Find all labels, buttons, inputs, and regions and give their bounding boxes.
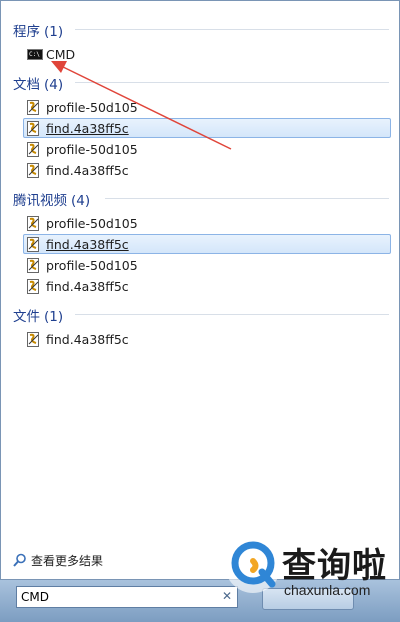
item-label: find.4a38ff5c — [46, 163, 129, 178]
cmd-icon: C:\ — [27, 49, 43, 60]
watermark-logo: 查询啦 chaxunla.com — [222, 534, 394, 602]
search-box[interactable]: ✕ — [16, 586, 238, 608]
divider — [75, 82, 389, 83]
watermark-en-text: chaxunla.com — [284, 582, 371, 598]
item-label: find.4a38ff5c — [46, 237, 129, 252]
script-file-icon — [27, 237, 39, 252]
result-item[interactable]: profile-50d105 — [23, 139, 391, 159]
script-file-icon — [27, 100, 39, 115]
item-label: find.4a38ff5c — [46, 279, 129, 294]
item-label: profile-50d105 — [46, 142, 138, 157]
item-label: CMD — [46, 47, 76, 62]
group-title: 程序 (1) — [13, 24, 64, 40]
result-item-selected[interactable]: find.4a38ff5c — [23, 118, 391, 138]
divider — [75, 314, 389, 315]
script-file-icon — [27, 163, 39, 178]
group-title: 文件 (1) — [13, 309, 64, 325]
result-item-cmd[interactable]: C:\ CMD — [23, 44, 391, 64]
result-item[interactable]: find.4a38ff5c — [23, 160, 391, 180]
script-file-icon — [27, 258, 39, 273]
divider — [75, 29, 389, 30]
script-file-icon — [27, 216, 39, 231]
item-label: profile-50d105 — [46, 258, 138, 273]
item-label: profile-50d105 — [46, 216, 138, 231]
divider — [105, 198, 389, 199]
watermark-cn-text: 查询啦 — [282, 546, 387, 586]
item-label: profile-50d105 — [46, 100, 138, 115]
search-results-panel: 程序 (1) C:\ CMD 文档 (4) profile-50d105 find.… — [0, 0, 400, 580]
script-file-icon — [27, 332, 39, 347]
script-file-icon — [27, 142, 39, 157]
script-file-icon — [27, 279, 39, 294]
result-item[interactable]: find.4a38ff5c — [23, 276, 391, 296]
result-item-selected[interactable]: find.4a38ff5c — [23, 234, 391, 254]
result-item[interactable]: profile-50d105 — [23, 213, 391, 233]
search-input[interactable] — [21, 589, 211, 605]
search-icon — [13, 553, 26, 567]
group-title: 腾讯视频 (4) — [13, 193, 91, 209]
script-file-icon — [27, 121, 39, 136]
result-item[interactable]: profile-50d105 — [23, 97, 391, 117]
see-more-label: 查看更多结果 — [31, 554, 104, 568]
group-header-tencent-video: 腾讯视频 (4) — [1, 186, 399, 210]
result-item[interactable]: profile-50d105 — [23, 255, 391, 275]
group-title: 文档 (4) — [13, 77, 64, 93]
item-label: find.4a38ff5c — [46, 121, 129, 136]
group-header-programs: 程序 (1) — [1, 17, 399, 41]
result-item[interactable]: find.4a38ff5c — [23, 329, 391, 349]
magnifier-logo-icon — [225, 537, 281, 593]
item-label: find.4a38ff5c — [46, 332, 129, 347]
group-header-documents: 文档 (4) — [1, 70, 399, 94]
group-header-files: 文件 (1) — [1, 302, 399, 326]
